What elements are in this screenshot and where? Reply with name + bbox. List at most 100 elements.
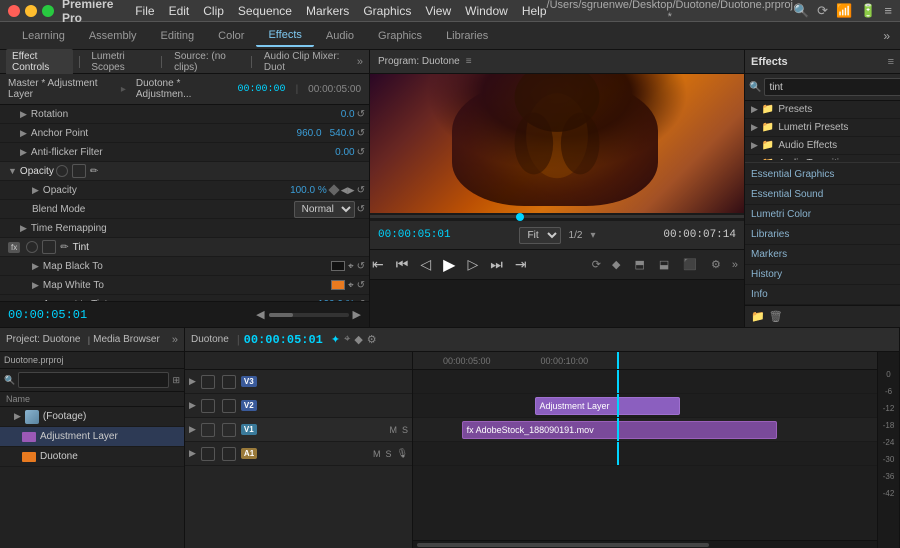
project-more[interactable]: » <box>172 334 178 346</box>
ec-scroll-right[interactable]: ▶ <box>353 308 361 321</box>
track-v2-lock-icon[interactable] <box>222 399 236 413</box>
menu-bar[interactable]: File Edit Clip Sequence Markers Graphics… <box>135 4 546 18</box>
monitor-ratio-dropdown[interactable]: ▾ <box>590 230 595 241</box>
ec-tint-pen-icon[interactable]: ✏ <box>60 242 68 253</box>
transport-fast-forward[interactable]: ⏭ <box>488 254 505 275</box>
ec-scrollbar[interactable] <box>269 313 349 317</box>
tab-graphics[interactable]: Graphics <box>366 26 434 46</box>
track-v3-toggle[interactable]: ▶ <box>189 376 196 387</box>
transport-loop-icon[interactable]: ⟳ <box>592 258 601 271</box>
transport-step-forward[interactable]: ⇥ <box>513 254 529 275</box>
track-a1-m-btn[interactable]: M <box>373 449 381 459</box>
project-footage-folder[interactable]: ▶ (Footage) <box>0 407 184 427</box>
transport-settings-icon[interactable]: ⚙ <box>711 258 721 271</box>
menu-graphics[interactable]: Graphics <box>363 4 411 18</box>
effects-panel-more[interactable]: ≡ <box>888 56 894 68</box>
track-v1-s-btn[interactable]: S <box>402 425 408 435</box>
track-v3-num[interactable]: V3 <box>241 376 257 387</box>
libraries-link[interactable]: Libraries <box>745 225 900 245</box>
scrubber-position[interactable] <box>516 213 524 221</box>
track-v1-lock-icon[interactable] <box>222 423 236 437</box>
tab-effect-controls[interactable]: Effect Controls <box>6 49 73 75</box>
timeline-tool-settings[interactable]: ⚙ <box>367 333 377 346</box>
track-a1-eye-icon[interactable] <box>201 447 215 461</box>
transport-markers-icon[interactable]: ◆ <box>612 258 620 271</box>
history-link[interactable]: History <box>745 265 900 285</box>
tab-effects[interactable]: Effects <box>256 25 313 47</box>
ec-anchor-x[interactable]: 960.0 <box>297 128 322 139</box>
lumetri-color-link[interactable]: Lumetri Color <box>745 205 900 225</box>
track-v3-eye-icon[interactable] <box>201 375 215 389</box>
ec-rotation-value[interactable]: 0.0 <box>341 109 355 120</box>
essential-sound-link[interactable]: Essential Sound <box>745 185 900 205</box>
ec-mapwhite-eyedrop[interactable]: ⌖ <box>348 280 354 291</box>
timeline-scroll-thumb[interactable] <box>417 543 709 547</box>
tab-libraries[interactable]: Libraries <box>434 26 500 46</box>
traffic-lights[interactable] <box>8 5 54 17</box>
monitor-timecode-right[interactable]: 00:00:07:14 <box>663 229 736 241</box>
project-duotone[interactable]: Duotone <box>0 447 184 467</box>
ec-mapblack-eyedrop[interactable]: ⌖ <box>348 261 354 272</box>
tab-learning[interactable]: Learning <box>10 26 77 46</box>
ec-blend-select[interactable]: Normal <box>294 201 355 218</box>
ec-mapwhite-reset[interactable]: ↺ <box>357 280 365 291</box>
essential-graphics-link[interactable]: Essential Graphics <box>745 165 900 185</box>
timeline-tool-razor[interactable]: ⌖ <box>344 333 350 346</box>
track-v1-num[interactable]: V1 <box>241 424 257 435</box>
transport-more[interactable]: » <box>732 259 738 271</box>
markers-link[interactable]: Markers <box>745 245 900 265</box>
info-link[interactable]: Info <box>745 285 900 305</box>
track-v1-m-btn[interactable]: M <box>389 425 397 435</box>
ec-anchor-y[interactable]: 540.0 <box>330 128 355 139</box>
track-a1-s-btn[interactable]: S <box>386 449 392 459</box>
monitor-menu-icon[interactable]: ≡ <box>466 56 472 67</box>
effects-audio-effects[interactable]: ▶ 📁 Audio Effects <box>745 137 900 155</box>
tab-editing[interactable]: Editing <box>149 26 207 46</box>
menu-markers[interactable]: Markers <box>306 4 349 18</box>
effects-lumetri-presets[interactable]: ▶ 📁 Lumetri Presets <box>745 119 900 137</box>
menu-edit[interactable]: Edit <box>169 4 190 18</box>
stock-video-clip[interactable]: fx AdobeStock_188090191.mov <box>462 421 778 439</box>
ec-antiflicker-reset[interactable]: ↺ <box>357 147 365 158</box>
menu-view[interactable]: View <box>425 4 451 18</box>
panel-more[interactable]: » <box>357 56 363 68</box>
tab-audio[interactable]: Audio <box>314 26 366 46</box>
timeline-timecode[interactable]: 00:00:05:01 <box>244 333 323 347</box>
track-v3-lock-icon[interactable] <box>222 375 236 389</box>
close-button[interactable] <box>8 5 20 17</box>
tab-color[interactable]: Color <box>206 26 256 46</box>
ec-opacity-keyframe[interactable] <box>328 184 339 195</box>
tab-source[interactable]: Source: (no clips) <box>168 49 245 75</box>
menu-clip[interactable]: Clip <box>203 4 224 18</box>
media-browser-tab[interactable]: Media Browser <box>93 334 172 345</box>
ec-blend-reset[interactable]: ↺ <box>357 204 365 215</box>
track-v2-toggle[interactable]: ▶ <box>189 400 196 411</box>
effects-presets[interactable]: ▶ 📁 Presets <box>745 101 900 119</box>
workspace-more[interactable]: » <box>883 29 890 43</box>
track-v1-toggle[interactable]: ▶ <box>189 424 196 435</box>
ec-timecode[interactable]: 00:00:00 <box>238 84 286 95</box>
tab-audio-mixer[interactable]: Audio Clip Mixer: Duot <box>258 49 353 75</box>
project-search-input[interactable] <box>18 372 169 388</box>
maximize-button[interactable] <box>42 5 54 17</box>
monitor-scrubber[interactable] <box>370 213 744 221</box>
track-a1-num[interactable]: A1 <box>241 448 257 459</box>
ec-anchor-reset[interactable]: ↺ <box>357 128 365 139</box>
project-search-filter[interactable]: ⊞ <box>172 375 180 386</box>
effects-new-folder-icon[interactable]: 📁 <box>751 310 765 323</box>
ec-mapwhite-swatch[interactable] <box>331 280 345 290</box>
track-v2-num[interactable]: V2 <box>241 400 257 411</box>
menu-sequence[interactable]: Sequence <box>238 4 292 18</box>
transport-step-back[interactable]: ⇤ <box>370 254 386 275</box>
track-v2-eye-icon[interactable] <box>201 399 215 413</box>
ec-mapblack-reset[interactable]: ↺ <box>357 261 365 272</box>
transport-overwrite-icon[interactable]: ⬓ <box>659 258 669 271</box>
transport-rewind[interactable]: ⏮ <box>394 254 411 275</box>
ec-mapblack-swatch[interactable] <box>331 261 345 271</box>
effects-search-input[interactable] <box>764 78 900 96</box>
ec-opacity-pen-icon[interactable]: ✏ <box>90 166 98 177</box>
track-a1-mic-icon[interactable]: 🎙 <box>397 448 408 459</box>
minimize-button[interactable] <box>25 5 37 17</box>
track-a1-toggle[interactable]: ▶ <box>189 448 196 459</box>
transport-step-frame-forward[interactable]: ▷ <box>465 254 480 275</box>
